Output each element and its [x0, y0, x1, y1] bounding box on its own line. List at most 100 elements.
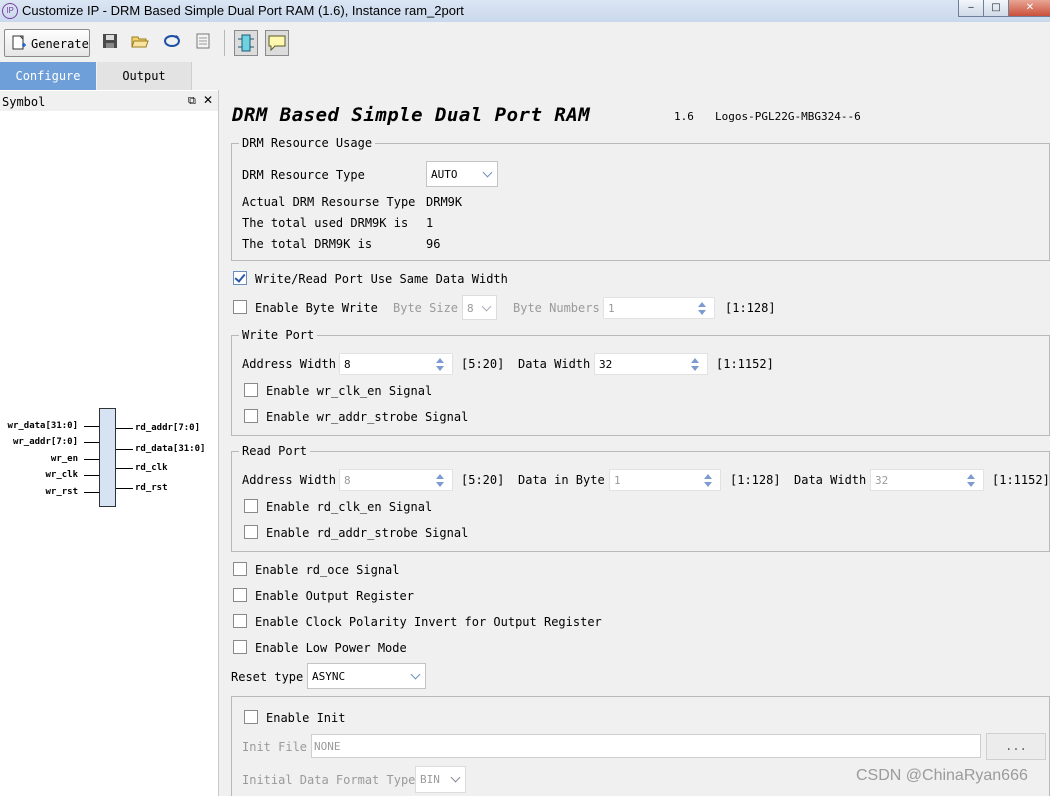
clock-polarity-invert-checkbox[interactable] [233, 614, 247, 628]
open-folder-icon[interactable] [130, 33, 150, 53]
tab-output[interactable]: Output [97, 62, 192, 90]
browse-button[interactable]: ... [986, 733, 1046, 760]
pin-wire [116, 488, 133, 489]
spin-up-icon[interactable] [967, 474, 975, 479]
symbol-toggle-icon[interactable] [234, 30, 258, 56]
byte-write-checkbox[interactable] [233, 300, 247, 314]
pin-rd-rst: rd_rst [135, 483, 168, 493]
pin-wire [84, 426, 99, 427]
byte-numbers-label: Byte Numbers [513, 301, 600, 315]
spin-up-icon[interactable] [704, 474, 712, 479]
ip-name-heading: DRM Based Simple Dual Port RAM [232, 104, 591, 126]
ram-symbol-block [99, 408, 116, 507]
rd-addr-strobe-checkbox[interactable] [244, 525, 258, 539]
speech-bubble-icon[interactable] [265, 30, 289, 56]
init-format-select[interactable]: BIN [415, 766, 466, 793]
low-power-mode-checkbox[interactable] [233, 640, 247, 654]
toolbar-separator [224, 30, 225, 56]
same-width-checkbox[interactable] [233, 271, 247, 285]
write-addr-width-spinner[interactable]: 8 [339, 353, 453, 375]
spin-down-icon[interactable] [698, 310, 706, 315]
init-file-input[interactable]: NONE [311, 734, 981, 758]
generate-label: Generate [31, 37, 89, 51]
spin-up-icon[interactable] [691, 358, 699, 363]
byte-numbers-spinner[interactable]: 1 [603, 297, 715, 319]
ip-device: Logos-PGL22G-MBG324--6 [715, 110, 861, 123]
read-data-in-byte-value: 1 [614, 474, 621, 487]
pin-rd-clk: rd_clk [135, 463, 168, 473]
maximize-button[interactable]: □ [983, 0, 1009, 17]
rd-clk-en-label: Enable rd_clk_en Signal [266, 500, 433, 514]
toolbar [0, 24, 1050, 62]
actual-drm-type-label: Actual DRM Resourse Type [242, 195, 416, 209]
symbol-panel-title: Symbol [2, 95, 46, 109]
drm-resource-type-label: DRM Resource Type [242, 168, 365, 182]
rd-clk-en-checkbox[interactable] [244, 499, 258, 513]
spin-down-icon[interactable] [704, 482, 712, 487]
read-data-in-byte-spinner[interactable]: 1 [609, 469, 721, 491]
read-data-width-value: 32 [875, 474, 889, 487]
pin-wire [84, 459, 99, 460]
write-data-width-spinner[interactable]: 32 [594, 353, 708, 375]
rd-oce-checkbox[interactable] [233, 562, 247, 576]
minimize-button[interactable]: ‒ [958, 0, 984, 17]
output-register-label: Enable Output Register [255, 589, 414, 603]
chevron-down-icon [482, 167, 493, 178]
pin-wr-en: wr_en [50, 454, 78, 464]
spin-down-icon[interactable] [436, 366, 444, 371]
rd-oce-label: Enable rd_oce Signal [255, 563, 400, 577]
chevron-down-icon [450, 772, 461, 783]
drm-resource-type-select[interactable]: AUTO [426, 161, 498, 187]
spin-up-icon[interactable] [436, 358, 444, 363]
wr-addr-strobe-checkbox[interactable] [244, 409, 258, 423]
write-port-title: Write Port [239, 328, 318, 342]
generate-button[interactable]: Generate [4, 29, 90, 57]
wr-addr-strobe-label: Enable wr_addr_strobe Signal [266, 410, 469, 424]
restore-panel-icon[interactable]: ⧉ [188, 94, 196, 108]
read-data-width-spinner[interactable]: 32 [870, 469, 984, 491]
total-drm9k-label: The total DRM9K is [242, 237, 373, 251]
output-register-checkbox[interactable] [233, 588, 247, 602]
byte-numbers-value: 1 [608, 302, 615, 315]
refresh-icon[interactable] [162, 33, 182, 53]
write-addr-width-value: 8 [344, 358, 351, 371]
reset-type-select[interactable]: ASYNC [307, 663, 426, 689]
low-power-mode-label: Enable Low Power Mode [255, 641, 407, 655]
read-port-title: Read Port [239, 444, 311, 458]
init-file-value: NONE [314, 740, 341, 753]
read-data-in-byte-label: Data in Byte [518, 473, 605, 487]
close-panel-icon[interactable]: ✕ [203, 93, 213, 107]
write-data-width-value: 32 [599, 358, 613, 371]
write-addr-width-range: [5:20] [461, 357, 505, 371]
write-data-width-range: [1:1152] [716, 357, 774, 371]
chevron-down-icon [410, 669, 421, 680]
pin-wr-addr: wr_addr[7:0] [12, 437, 78, 447]
same-width-label: Write/Read Port Use Same Data Width [255, 272, 508, 286]
close-window-button[interactable]: ✕ [1008, 0, 1050, 17]
spin-up-icon[interactable] [698, 302, 706, 307]
pin-wire [84, 492, 99, 493]
byte-size-value: 8 [467, 302, 474, 315]
spin-up-icon[interactable] [436, 474, 444, 479]
clock-polarity-invert-label: Enable Clock Polarity Invert for Output … [255, 615, 602, 629]
read-addr-width-range: [5:20] [461, 473, 505, 487]
tab-configure[interactable]: Configure [0, 62, 96, 90]
init-format-label: Initial Data Format Type [242, 773, 416, 787]
save-icon[interactable] [100, 33, 120, 53]
wr-clk-en-checkbox[interactable] [244, 383, 258, 397]
spin-down-icon[interactable] [691, 366, 699, 371]
actual-drm-type-value: DRM9K [426, 195, 463, 209]
enable-init-checkbox[interactable] [244, 710, 258, 724]
window-title: Customize IP - DRM Based Simple Dual Por… [22, 3, 464, 18]
pin-wr-rst: wr_rst [45, 487, 78, 497]
drm-resource-usage-title: DRM Resource Usage [239, 136, 376, 150]
reset-type-label: Reset type [231, 670, 304, 684]
spin-down-icon[interactable] [436, 482, 444, 487]
pin-wire [116, 468, 133, 469]
read-addr-width-spinner[interactable]: 8 [339, 469, 453, 491]
init-file-label: Init File [242, 740, 308, 754]
byte-size-select[interactable]: 8 [462, 295, 497, 320]
document-icon[interactable] [193, 33, 213, 53]
read-data-width-range: [1:1152] [992, 473, 1050, 487]
spin-down-icon[interactable] [967, 482, 975, 487]
